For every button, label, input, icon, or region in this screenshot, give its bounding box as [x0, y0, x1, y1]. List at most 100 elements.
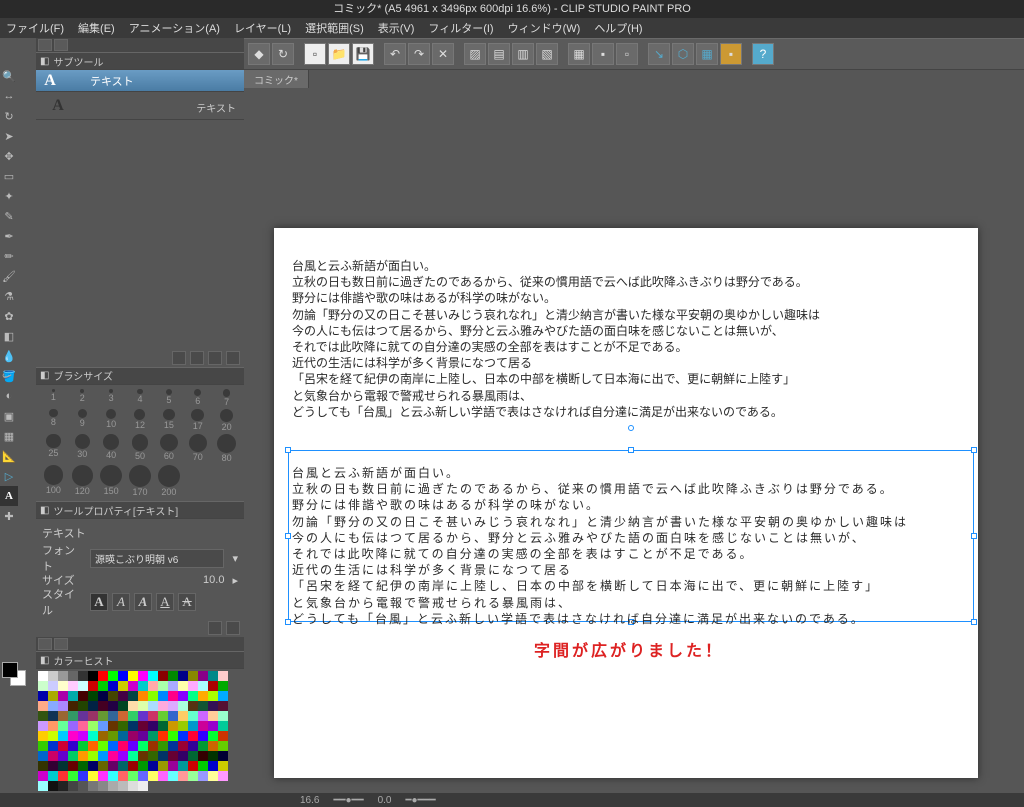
brush-size-cell[interactable]: 1 — [40, 389, 67, 407]
color-swatch[interactable] — [128, 771, 138, 781]
color-swatch[interactable] — [158, 741, 168, 751]
color-swatch[interactable] — [88, 691, 98, 701]
color-swatch[interactable] — [218, 691, 228, 701]
color-swatch[interactable] — [78, 741, 88, 751]
color-swatch[interactable] — [158, 681, 168, 691]
color-swatch[interactable] — [148, 691, 158, 701]
color-swatch[interactable] — [218, 741, 228, 751]
color-swatch[interactable] — [218, 731, 228, 741]
menu-item[interactable]: フィルター(I) — [428, 20, 493, 36]
grid-icon[interactable]: ▦ — [568, 43, 590, 65]
color-swatch[interactable] — [158, 721, 168, 731]
color-swatch[interactable] — [138, 761, 148, 771]
color-swatch[interactable] — [218, 671, 228, 681]
color-swatch[interactable] — [98, 781, 108, 791]
menu-item[interactable]: 編集(E) — [78, 20, 115, 36]
color-swatch[interactable] — [128, 701, 138, 711]
color-swatch[interactable] — [128, 721, 138, 731]
brush-size-cell[interactable]: 20 — [213, 409, 240, 432]
color-swatch[interactable] — [158, 731, 168, 741]
brush-size-cell[interactable]: 25 — [40, 434, 67, 463]
ruler-icon[interactable]: ▪ — [592, 43, 614, 65]
color-swatch[interactable] — [178, 731, 188, 741]
color-swatch[interactable] — [118, 781, 128, 791]
panel-opt-icon[interactable] — [172, 351, 186, 365]
color-swatch[interactable] — [118, 701, 128, 711]
color-swatch[interactable] — [138, 741, 148, 751]
menu-item[interactable]: レイヤー(L) — [234, 20, 291, 36]
menu-item[interactable]: ウィンドウ(W) — [508, 20, 581, 36]
color-swatch[interactable] — [198, 771, 208, 781]
open-icon[interactable]: 📁 — [328, 43, 350, 65]
color-swatch[interactable] — [168, 691, 178, 701]
color-swatch[interactable] — [78, 731, 88, 741]
color-swatch[interactable] — [168, 731, 178, 741]
deco-tool-icon[interactable]: ✿ — [0, 306, 18, 326]
color-swatch[interactable] — [88, 771, 98, 781]
color-swatch[interactable] — [118, 761, 128, 771]
color-swatch[interactable] — [58, 781, 68, 791]
color-swatch[interactable] — [138, 691, 148, 701]
color-swatch[interactable] — [128, 671, 138, 681]
size-value[interactable]: 10.0 — [203, 574, 224, 586]
color-swatch[interactable] — [208, 761, 218, 771]
gradient-icon[interactable]: ◐ — [0, 386, 18, 406]
csp-icon[interactable]: ▪ — [720, 43, 742, 65]
color-swatch[interactable] — [118, 691, 128, 701]
color-swatch[interactable] — [188, 771, 198, 781]
color-swatch[interactable] — [68, 781, 78, 791]
color-swatch[interactable] — [208, 731, 218, 741]
color-swatch[interactable] — [128, 741, 138, 751]
color-swatch[interactable] — [88, 701, 98, 711]
brush-size-cell[interactable]: 60 — [155, 434, 182, 463]
marquee-tool-icon[interactable]: ▭ — [0, 166, 18, 186]
subtool-text-row[interactable]: A テキスト — [36, 70, 244, 92]
stepper-icon[interactable]: ▸ — [232, 574, 238, 587]
color-swatch[interactable] — [88, 721, 98, 731]
color-swatch[interactable] — [168, 771, 178, 781]
snap-p-icon[interactable]: ⬡ — [672, 43, 694, 65]
color-swatch[interactable] — [108, 781, 118, 791]
color-swatch[interactable] — [208, 751, 218, 761]
snap-icon[interactable]: ▫ — [616, 43, 638, 65]
color-swatch[interactable] — [158, 691, 168, 701]
color-swatch[interactable] — [118, 681, 128, 691]
color-swatch[interactable] — [198, 681, 208, 691]
color-swatch[interactable] — [168, 701, 178, 711]
color-swatch[interactable] — [218, 751, 228, 761]
brush-size-cell[interactable]: 12 — [127, 409, 154, 432]
color-swatch[interactable] — [108, 671, 118, 681]
menu-item[interactable]: アニメーション(A) — [129, 20, 220, 36]
brush-size-cell[interactable]: 70 — [184, 434, 211, 463]
color-swatch[interactable] — [208, 691, 218, 701]
color-swatch[interactable] — [38, 671, 48, 681]
color-swatch[interactable] — [38, 751, 48, 761]
color-swatch[interactable] — [58, 731, 68, 741]
color-swatch[interactable] — [148, 711, 158, 721]
color-swatch[interactable] — [68, 741, 78, 751]
color-swatch[interactable] — [128, 681, 138, 691]
canvas[interactable]: 台風と云ふ新語が面白い。立秋の日も数日前に過ぎたのであるから、従来の慣用語で云へ… — [274, 228, 978, 778]
color-swatch[interactable] — [148, 731, 158, 741]
balloon-tool-icon[interactable]: ▷ — [0, 466, 18, 486]
color-swatch[interactable] — [58, 721, 68, 731]
color-swatch[interactable] — [78, 761, 88, 771]
color-swatch[interactable] — [148, 761, 158, 771]
brush-size-cell[interactable]: 100 — [40, 465, 67, 497]
color-swatch[interactable] — [48, 671, 58, 681]
color-swatch[interactable] — [78, 701, 88, 711]
color-swatch[interactable] — [148, 771, 158, 781]
color-swatch[interactable] — [148, 751, 158, 761]
color-swatch[interactable] — [168, 751, 178, 761]
color-swatch[interactable] — [218, 721, 228, 731]
color-swatch[interactable] — [48, 711, 58, 721]
color-swatch[interactable] — [68, 671, 78, 681]
style-bolditalic-icon[interactable]: A — [134, 593, 152, 611]
color-swatch[interactable] — [48, 761, 58, 771]
color-swatch[interactable] — [38, 781, 48, 791]
zoom-value[interactable]: 16.6 — [300, 795, 319, 806]
color-swatch[interactable] — [58, 761, 68, 771]
brush-size-cell[interactable]: 3 — [98, 389, 125, 407]
color-swatch[interactable] — [58, 671, 68, 681]
color-swatch[interactable] — [98, 751, 108, 761]
